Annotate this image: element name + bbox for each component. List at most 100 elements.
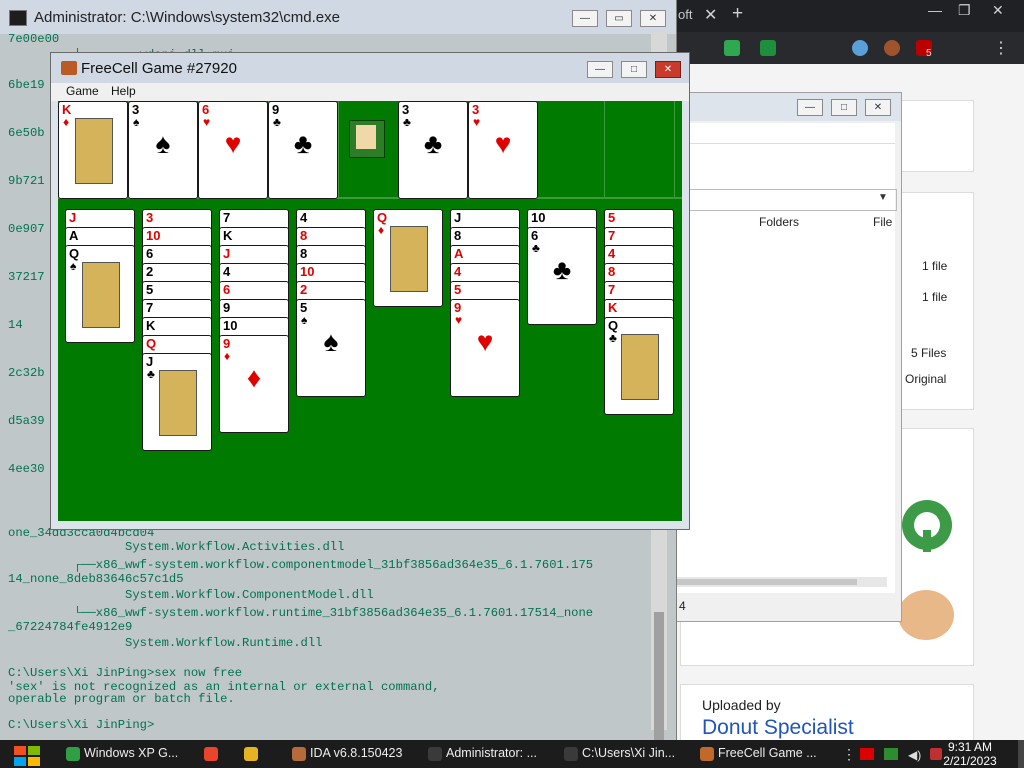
volume-icon[interactable]: ◀) <box>908 748 921 762</box>
browser-minimize-button[interactable]: — <box>928 2 942 18</box>
browser-tab-bar: oft ✕ + — ❐ ✕ <box>670 0 1024 32</box>
overflow-icon[interactable]: ⋮ <box>842 746 856 763</box>
menu-icon[interactable]: ⋮ <box>993 38 1009 58</box>
playing-card[interactable]: 6 ♣ ♣ <box>527 227 597 325</box>
freecell-minimize-button[interactable]: — <box>587 61 613 78</box>
scrollbar-thumb[interactable] <box>654 612 664 742</box>
playing-card[interactable]: 6 ♥ ♥ <box>198 101 268 199</box>
cmd-minimize-button[interactable]: — <box>572 10 598 27</box>
foundation-slot[interactable] <box>604 101 675 198</box>
freecell-maximize-button[interactable]: □ <box>621 61 647 78</box>
cmd-line: 4ee30 <box>8 462 45 476</box>
playing-card[interactable]: 9 ♣ ♣ <box>268 101 338 199</box>
explorer-content: ▼ Folders File <box>677 123 897 593</box>
freecell-close-button[interactable]: ✕ <box>655 61 681 78</box>
file-count: 5 Files <box>911 346 947 360</box>
playing-card[interactable]: 5 ♠ ♠ <box>296 299 366 397</box>
card-center-suit-icon: ♦ <box>246 362 262 393</box>
cmd-maximize-button[interactable]: ▭ <box>606 10 632 27</box>
card-suit-icon: ♣ <box>532 241 540 255</box>
explorer-dropdown[interactable]: ▼ <box>677 189 897 211</box>
playing-card[interactable]: Q ♣ <box>604 317 674 415</box>
cmd-icon <box>428 747 442 761</box>
clock-date[interactable]: 2/21/2023 <box>938 754 1002 768</box>
taskbar-item-label: C:\Users\Xi Jin... <box>582 746 676 760</box>
flag-tray-icon[interactable] <box>860 748 874 760</box>
flag-icon[interactable] <box>852 40 868 56</box>
network-icon[interactable] <box>884 748 898 760</box>
cmd-line: ┌──x86_wwf-system.workflow.componentmode… <box>8 558 594 572</box>
card-center-suit-icon: ♥ <box>224 128 242 159</box>
show-desktop-button[interactable] <box>1018 740 1024 768</box>
taskbar-item[interactable] <box>200 741 228 767</box>
playing-card[interactable]: 3 ♥ ♥ <box>468 101 538 199</box>
taskbar-item[interactable]: Windows XP G... <box>62 741 186 767</box>
taskbar-item[interactable] <box>240 741 268 767</box>
card-center-suit-icon: ♣ <box>423 128 443 159</box>
cmd-line: _67224784fe4912e9 <box>8 620 133 634</box>
card-suit-icon: ♠ <box>133 115 140 129</box>
playing-card[interactable]: Q ♠ <box>65 245 135 343</box>
chat-icon <box>66 747 80 761</box>
explorer-close-button[interactable]: ✕ <box>865 99 891 116</box>
playing-card[interactable]: Q ♦ <box>373 209 443 307</box>
taskbar-item[interactable]: C:\Users\Xi Jin... <box>560 741 684 767</box>
extension-icon[interactable] <box>724 40 740 56</box>
column-folders[interactable]: Folders <box>759 215 799 229</box>
clock-time[interactable]: 9:31 AM <box>942 740 998 754</box>
explorer-title-bar: — □ ✕ <box>671 93 901 121</box>
taskbar-item[interactable]: Administrator: ... <box>424 741 548 767</box>
green-logo-notch <box>923 530 931 552</box>
playing-card[interactable]: K♦ <box>58 101 128 199</box>
explorer-address-bar[interactable] <box>677 123 895 144</box>
close-tab-icon[interactable]: ✕ <box>704 5 717 25</box>
taskbar-item[interactable]: IDA v6.8.150423 <box>288 741 412 767</box>
card-suit-icon: ♥ <box>455 313 463 327</box>
taskbar-item-label: Administrator: ... <box>446 746 537 760</box>
explorer-minimize-button[interactable]: — <box>797 99 823 116</box>
explorer-maximize-button[interactable]: □ <box>831 99 857 116</box>
playing-card[interactable]: 9 ♥ ♥ <box>450 299 520 397</box>
face-card-art <box>159 370 197 436</box>
taskbar-item-label: Windows XP G... <box>84 746 179 760</box>
cmd-icon <box>564 747 578 761</box>
card-center-suit-icon: ♠ <box>323 326 339 357</box>
new-tab-icon[interactable]: + <box>732 3 743 25</box>
file-count: 1 file <box>922 290 948 304</box>
playing-card[interactable]: 9 ♦ ♦ <box>219 335 289 433</box>
original-label: Original <box>905 372 947 386</box>
card-suit-icon: ♥ <box>203 115 211 129</box>
playing-card[interactable]: 3 ♠ ♠ <box>128 101 198 199</box>
column-file[interactable]: File <box>873 215 892 229</box>
uploader-link[interactable]: Donut Specialist <box>702 716 854 740</box>
scrollbar-thumb[interactable] <box>677 579 857 585</box>
shield-icon[interactable] <box>760 40 776 56</box>
menu-help[interactable]: Help <box>111 84 136 98</box>
cmd-line: 6e50b <box>8 126 45 140</box>
foundation-slot[interactable] <box>534 101 605 198</box>
taskbar-item[interactable]: FreeCell Game ... <box>696 741 820 767</box>
playing-card[interactable]: 3 ♣ ♣ <box>398 101 468 199</box>
king-face <box>356 125 376 149</box>
taskbar-item-label: IDA v6.8.150423 <box>310 746 403 760</box>
start-button[interactable] <box>14 746 40 766</box>
start-icon-part <box>28 746 40 755</box>
freecell-title: FreeCell Game #27920 <box>81 60 237 77</box>
cmd-close-button[interactable]: ✕ <box>640 10 666 27</box>
browser-tab-title[interactable]: oft <box>678 7 692 22</box>
card-suit-icon: ♥ <box>473 115 481 129</box>
card-suit-icon: ♣ <box>273 115 281 129</box>
card-center-suit-icon: ♥ <box>476 326 494 357</box>
cmd-line: System.Workflow.Activities.dll <box>8 540 345 554</box>
card-suit-icon: ♦ <box>224 349 231 363</box>
thumbnail-image[interactable] <box>898 590 954 640</box>
horizontal-scrollbar[interactable] <box>677 577 887 587</box>
menu-game[interactable]: Game <box>66 84 99 98</box>
cmd-line: C:\Users\Xi JinPing>sex now free <box>8 666 243 680</box>
playing-card[interactable]: J ♣ <box>142 353 212 451</box>
browser-toolbar: 5 ⋮ <box>670 32 1024 64</box>
browser-restore-button[interactable]: ❐ <box>958 2 971 19</box>
avatar[interactable] <box>884 40 900 56</box>
browser-close-button[interactable]: ✕ <box>992 2 1004 19</box>
card-suit-icon: ♠ <box>301 313 308 327</box>
